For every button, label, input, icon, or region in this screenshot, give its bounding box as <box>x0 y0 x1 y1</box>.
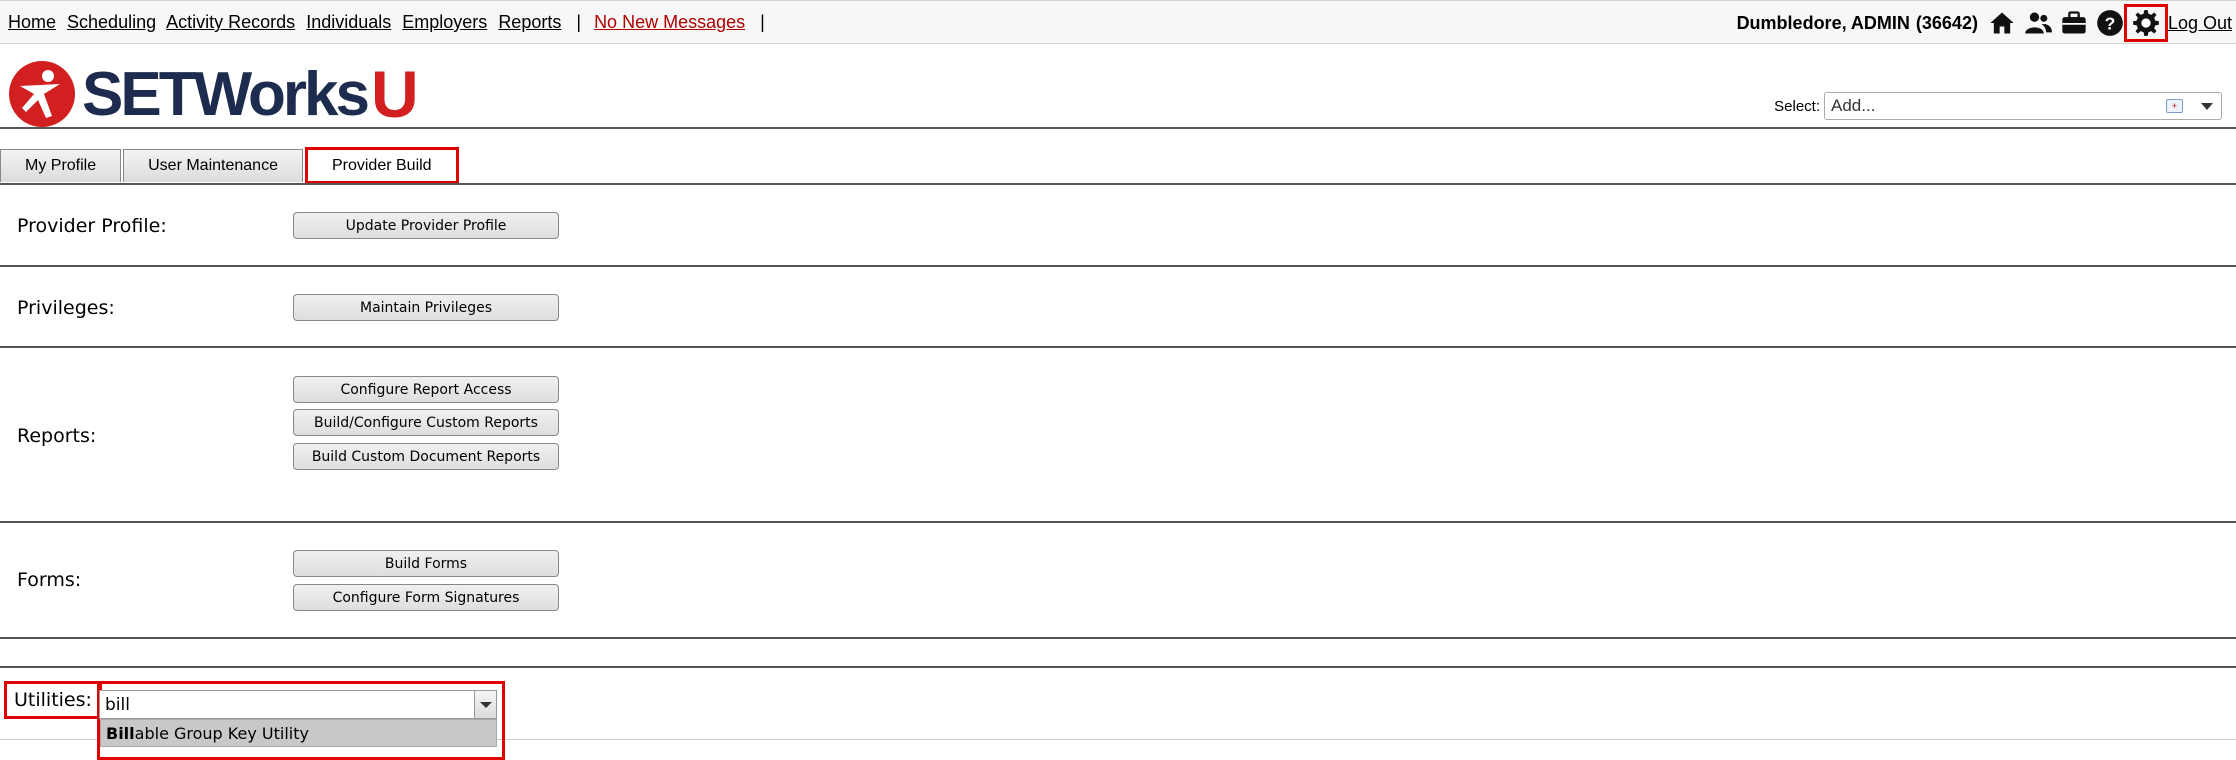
user-box: Dumbledore, ADMIN (36642) ? Log Out <box>1736 4 2232 42</box>
utilities-suggestion-item[interactable]: Bill able Group Key Utility <box>100 719 497 747</box>
privileges-label: Privileges: <box>17 297 115 319</box>
nav-home[interactable]: Home <box>8 12 56 32</box>
configure-report-access-button[interactable]: Configure Report Access <box>293 376 559 403</box>
nav-reports[interactable]: Reports <box>498 12 561 32</box>
update-provider-profile-button[interactable]: Update Provider Profile <box>293 212 559 239</box>
logo-runner-icon <box>9 61 75 127</box>
build-custom-document-reports-button[interactable]: Build Custom Document Reports <box>293 443 559 470</box>
tab-bar: My Profile User Maintenance Provider Bui… <box>0 147 459 184</box>
suggestion-rest-text: able Group Key Utility <box>134 723 309 743</box>
logout-link[interactable]: Log Out <box>2168 13 2232 34</box>
add-select-value: Add... <box>1831 96 1876 115</box>
suggestion-match-text: Bill <box>106 723 135 743</box>
user-name: Dumbledore, ADMIN <box>1736 12 1910 33</box>
configure-form-signatures-button[interactable]: Configure Form Signatures <box>293 584 559 611</box>
section-provider-profile: Provider Profile: Update Provider Profil… <box>0 183 2236 267</box>
setworks-logo: SETWorks U <box>8 56 419 132</box>
utilities-input-value: bill <box>105 694 130 715</box>
header-divider <box>0 127 2236 129</box>
chevron-down-icon[interactable] <box>474 691 496 718</box>
briefcase-icon[interactable] <box>2056 8 2092 38</box>
section-privileges: Privileges: Maintain Privileges <box>0 265 2236 348</box>
chevron-down-icon <box>2201 103 2213 110</box>
id-card-icon: + <box>2166 99 2183 113</box>
add-select-box: Select: Add... + <box>1774 92 2222 120</box>
people-icon[interactable] <box>2020 8 2056 38</box>
user-id: (36642) <box>1915 12 1978 33</box>
tab-provider-build[interactable]: Provider Build <box>304 147 459 184</box>
logo-text: SETWorks <box>82 59 370 129</box>
section-forms: Forms: Build Forms Configure Form Signat… <box>0 521 2236 639</box>
nav-individuals[interactable]: Individuals <box>306 12 391 32</box>
provider-profile-label: Provider Profile: <box>17 215 167 237</box>
build-configure-custom-reports-button[interactable]: Build/Configure Custom Reports <box>293 409 559 436</box>
nav-activity-records[interactable]: Activity Records <box>166 12 295 32</box>
logo-u: U <box>370 57 419 131</box>
maintain-privileges-button[interactable]: Maintain Privileges <box>293 294 559 321</box>
tab-my-profile[interactable]: My Profile <box>0 149 122 182</box>
nav-employers[interactable]: Employers <box>402 12 487 32</box>
add-select-dropdown[interactable]: Add... + <box>1824 92 2222 120</box>
select-label: Select: <box>1774 97 1820 115</box>
home-icon[interactable] <box>1984 8 2020 38</box>
reports-label: Reports: <box>17 425 97 447</box>
gear-icon[interactable] <box>2123 4 2168 42</box>
svg-text:?: ? <box>2105 13 2116 33</box>
section-reports: Reports: Configure Report Access Build/C… <box>0 346 2236 523</box>
tab-user-maintenance[interactable]: User Maintenance <box>123 149 303 182</box>
section-spacer <box>0 637 2236 667</box>
nav-separator: | <box>576 12 582 32</box>
help-icon[interactable]: ? <box>2092 8 2128 38</box>
messages-link[interactable]: No New Messages <box>594 12 745 32</box>
nav-separator-end: | <box>760 12 765 32</box>
nav-scheduling[interactable]: Scheduling <box>67 12 156 32</box>
build-forms-button[interactable]: Build Forms <box>293 550 559 577</box>
forms-label: Forms: <box>17 569 82 591</box>
utilities-label: Utilities: <box>4 681 102 719</box>
top-bar: Home Scheduling Activity Records Individ… <box>0 0 2236 44</box>
utilities-search-input[interactable]: bill <box>99 690 497 719</box>
main-nav: Home Scheduling Activity Records Individ… <box>8 12 773 33</box>
